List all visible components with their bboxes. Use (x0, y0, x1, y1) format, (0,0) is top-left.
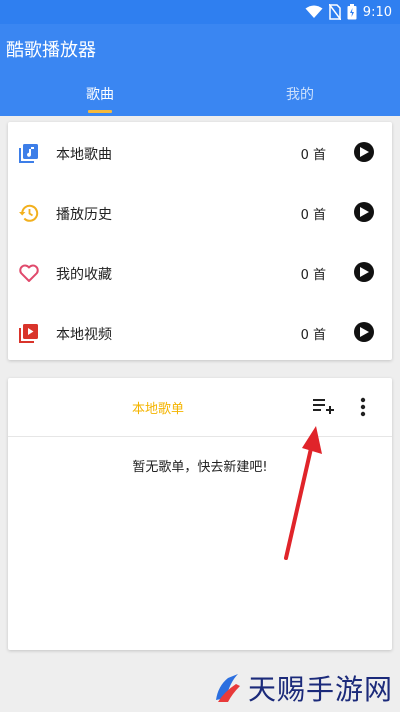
library-item-history[interactable]: 播放历史 0 首 (8, 182, 392, 242)
status-icons: 9:10 (305, 3, 392, 21)
watermark-text: 天赐手游网 (248, 673, 394, 706)
watermark-logo-icon (216, 674, 240, 702)
library-item-favorites[interactable]: 我的收藏 0 首 (8, 242, 392, 302)
tab-songs[interactable]: 歌曲 (0, 84, 200, 104)
library-item-label: 本地歌曲 (56, 147, 112, 163)
library-item-local-songs[interactable]: 本地歌曲 0 首 (8, 122, 392, 182)
tab-indicator (88, 110, 112, 113)
watermark: 天赐手游网 (212, 668, 393, 708)
library-item-label: 播放历史 (56, 207, 112, 223)
history-icon (19, 204, 39, 222)
library-item-count: 0 首 (300, 268, 326, 283)
play-button[interactable] (354, 202, 374, 222)
app-bar: 酷歌播放器 歌曲 我的 (0, 24, 400, 116)
library-item-label: 我的收藏 (56, 267, 112, 283)
heart-icon (19, 264, 39, 282)
no-sim-icon (328, 4, 341, 20)
play-icon (360, 327, 369, 337)
library-item-count: 0 首 (300, 148, 326, 163)
music-library-icon (19, 144, 38, 163)
library-item-count: 0 首 (300, 208, 326, 223)
library-item-label: 本地视频 (56, 327, 112, 343)
play-icon (360, 267, 369, 277)
library-item-local-videos[interactable]: 本地视频 0 首 (8, 302, 392, 362)
play-button[interactable] (354, 322, 374, 342)
status-bar: 9:10 (0, 0, 400, 24)
play-button[interactable] (354, 142, 374, 162)
play-icon (360, 207, 369, 217)
app-title: 酷歌播放器 (6, 40, 96, 61)
play-button[interactable] (354, 262, 374, 282)
library-item-count: 0 首 (300, 328, 326, 343)
library-card: 本地歌曲 0 首 播放历史 0 首 我的收藏 0 首 本地视频 0 首 (8, 122, 392, 360)
wifi-icon (305, 5, 323, 18)
more-options-icon[interactable] (358, 396, 368, 418)
add-playlist-icon[interactable] (312, 396, 334, 416)
play-icon (360, 147, 369, 157)
tab-mine[interactable]: 我的 (200, 84, 400, 104)
battery-icon (347, 4, 357, 20)
video-library-icon (19, 324, 38, 343)
annotation-arrow-icon (284, 426, 322, 560)
playlist-title: 本地歌单 (131, 402, 184, 417)
status-time: 9:10 (362, 4, 392, 20)
